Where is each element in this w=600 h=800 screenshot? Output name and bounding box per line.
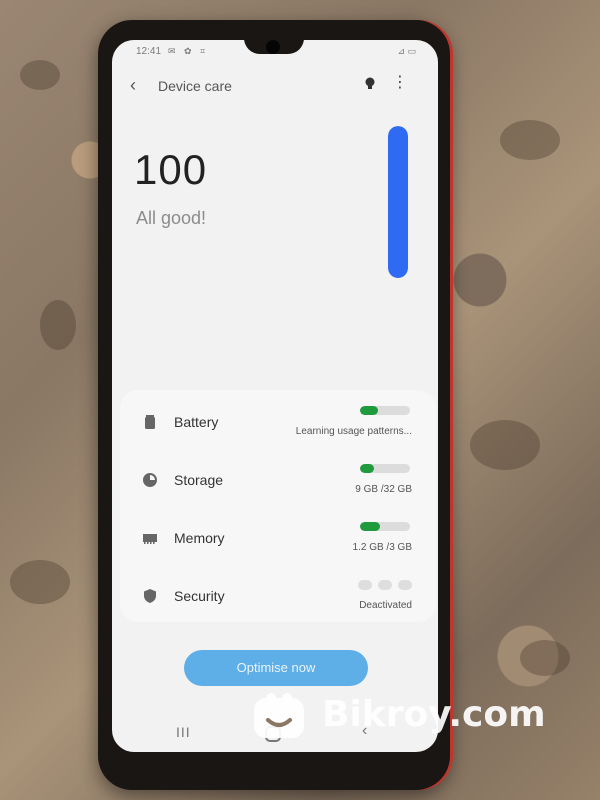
memory-chip-icon bbox=[142, 530, 158, 546]
item-label: Storage bbox=[174, 472, 224, 488]
care-score: 100 bbox=[134, 146, 208, 193]
device-care-card: Battery Learning usage patterns... Stora… bbox=[120, 390, 436, 622]
battery-icon bbox=[142, 414, 158, 430]
front-camera bbox=[266, 40, 280, 54]
status-dots bbox=[358, 580, 412, 590]
watermark-text: Bikroy.com bbox=[322, 694, 546, 735]
level-bar bbox=[360, 406, 410, 415]
item-label: Security bbox=[174, 588, 225, 604]
item-value: Deactivated bbox=[359, 600, 412, 611]
notification-icons: ✉ ✿ ⌗ bbox=[168, 46, 209, 56]
page-title: Device care bbox=[158, 78, 232, 94]
shield-icon bbox=[142, 588, 158, 604]
more-vertical-icon[interactable]: ⋮ bbox=[392, 74, 408, 92]
item-value: 1.2 GB /3 GB bbox=[352, 542, 412, 553]
level-bar-fill bbox=[360, 522, 380, 531]
level-bar bbox=[360, 522, 410, 531]
recent-apps-button[interactable]: III bbox=[176, 724, 191, 740]
list-item-security[interactable]: Security Deactivated bbox=[120, 568, 436, 626]
item-value: Learning usage patterns... bbox=[295, 426, 412, 437]
storage-pie-icon bbox=[142, 472, 158, 488]
watermark: Bikroy.com bbox=[252, 690, 572, 740]
list-item-storage[interactable]: Storage 9 GB /32 GB bbox=[120, 452, 436, 510]
phone-screen: 12:41 ✉ ✿ ⌗ ⊿ ▭ ‹ Device care ⋮ 100 All … bbox=[112, 40, 438, 752]
level-bar-fill bbox=[360, 464, 374, 473]
lightbulb-icon[interactable] bbox=[360, 74, 380, 94]
back-icon[interactable]: ‹ bbox=[130, 76, 136, 94]
score-gauge bbox=[388, 126, 408, 278]
score-gauge-fill bbox=[388, 126, 408, 278]
status-time: 12:41 bbox=[136, 46, 162, 57]
item-label: Battery bbox=[174, 414, 219, 430]
care-status: All good! bbox=[136, 208, 207, 228]
list-item-battery[interactable]: Battery Learning usage patterns... bbox=[120, 394, 436, 452]
item-label: Memory bbox=[174, 530, 225, 546]
status-dot bbox=[378, 580, 392, 590]
bikroy-logo-icon bbox=[252, 690, 306, 740]
item-value: 9 GB /32 GB bbox=[355, 484, 412, 495]
level-bar-fill bbox=[360, 406, 378, 415]
level-bar bbox=[360, 464, 410, 473]
status-dot bbox=[398, 580, 412, 590]
optimise-now-button[interactable]: Optimise now bbox=[184, 650, 368, 686]
list-item-memory[interactable]: Memory 1.2 GB /3 GB bbox=[120, 510, 436, 568]
status-dot bbox=[358, 580, 372, 590]
app-bar: ‹ Device care ⋮ bbox=[112, 70, 438, 100]
signal-battery-icons: ⊿ ▭ bbox=[397, 46, 416, 56]
